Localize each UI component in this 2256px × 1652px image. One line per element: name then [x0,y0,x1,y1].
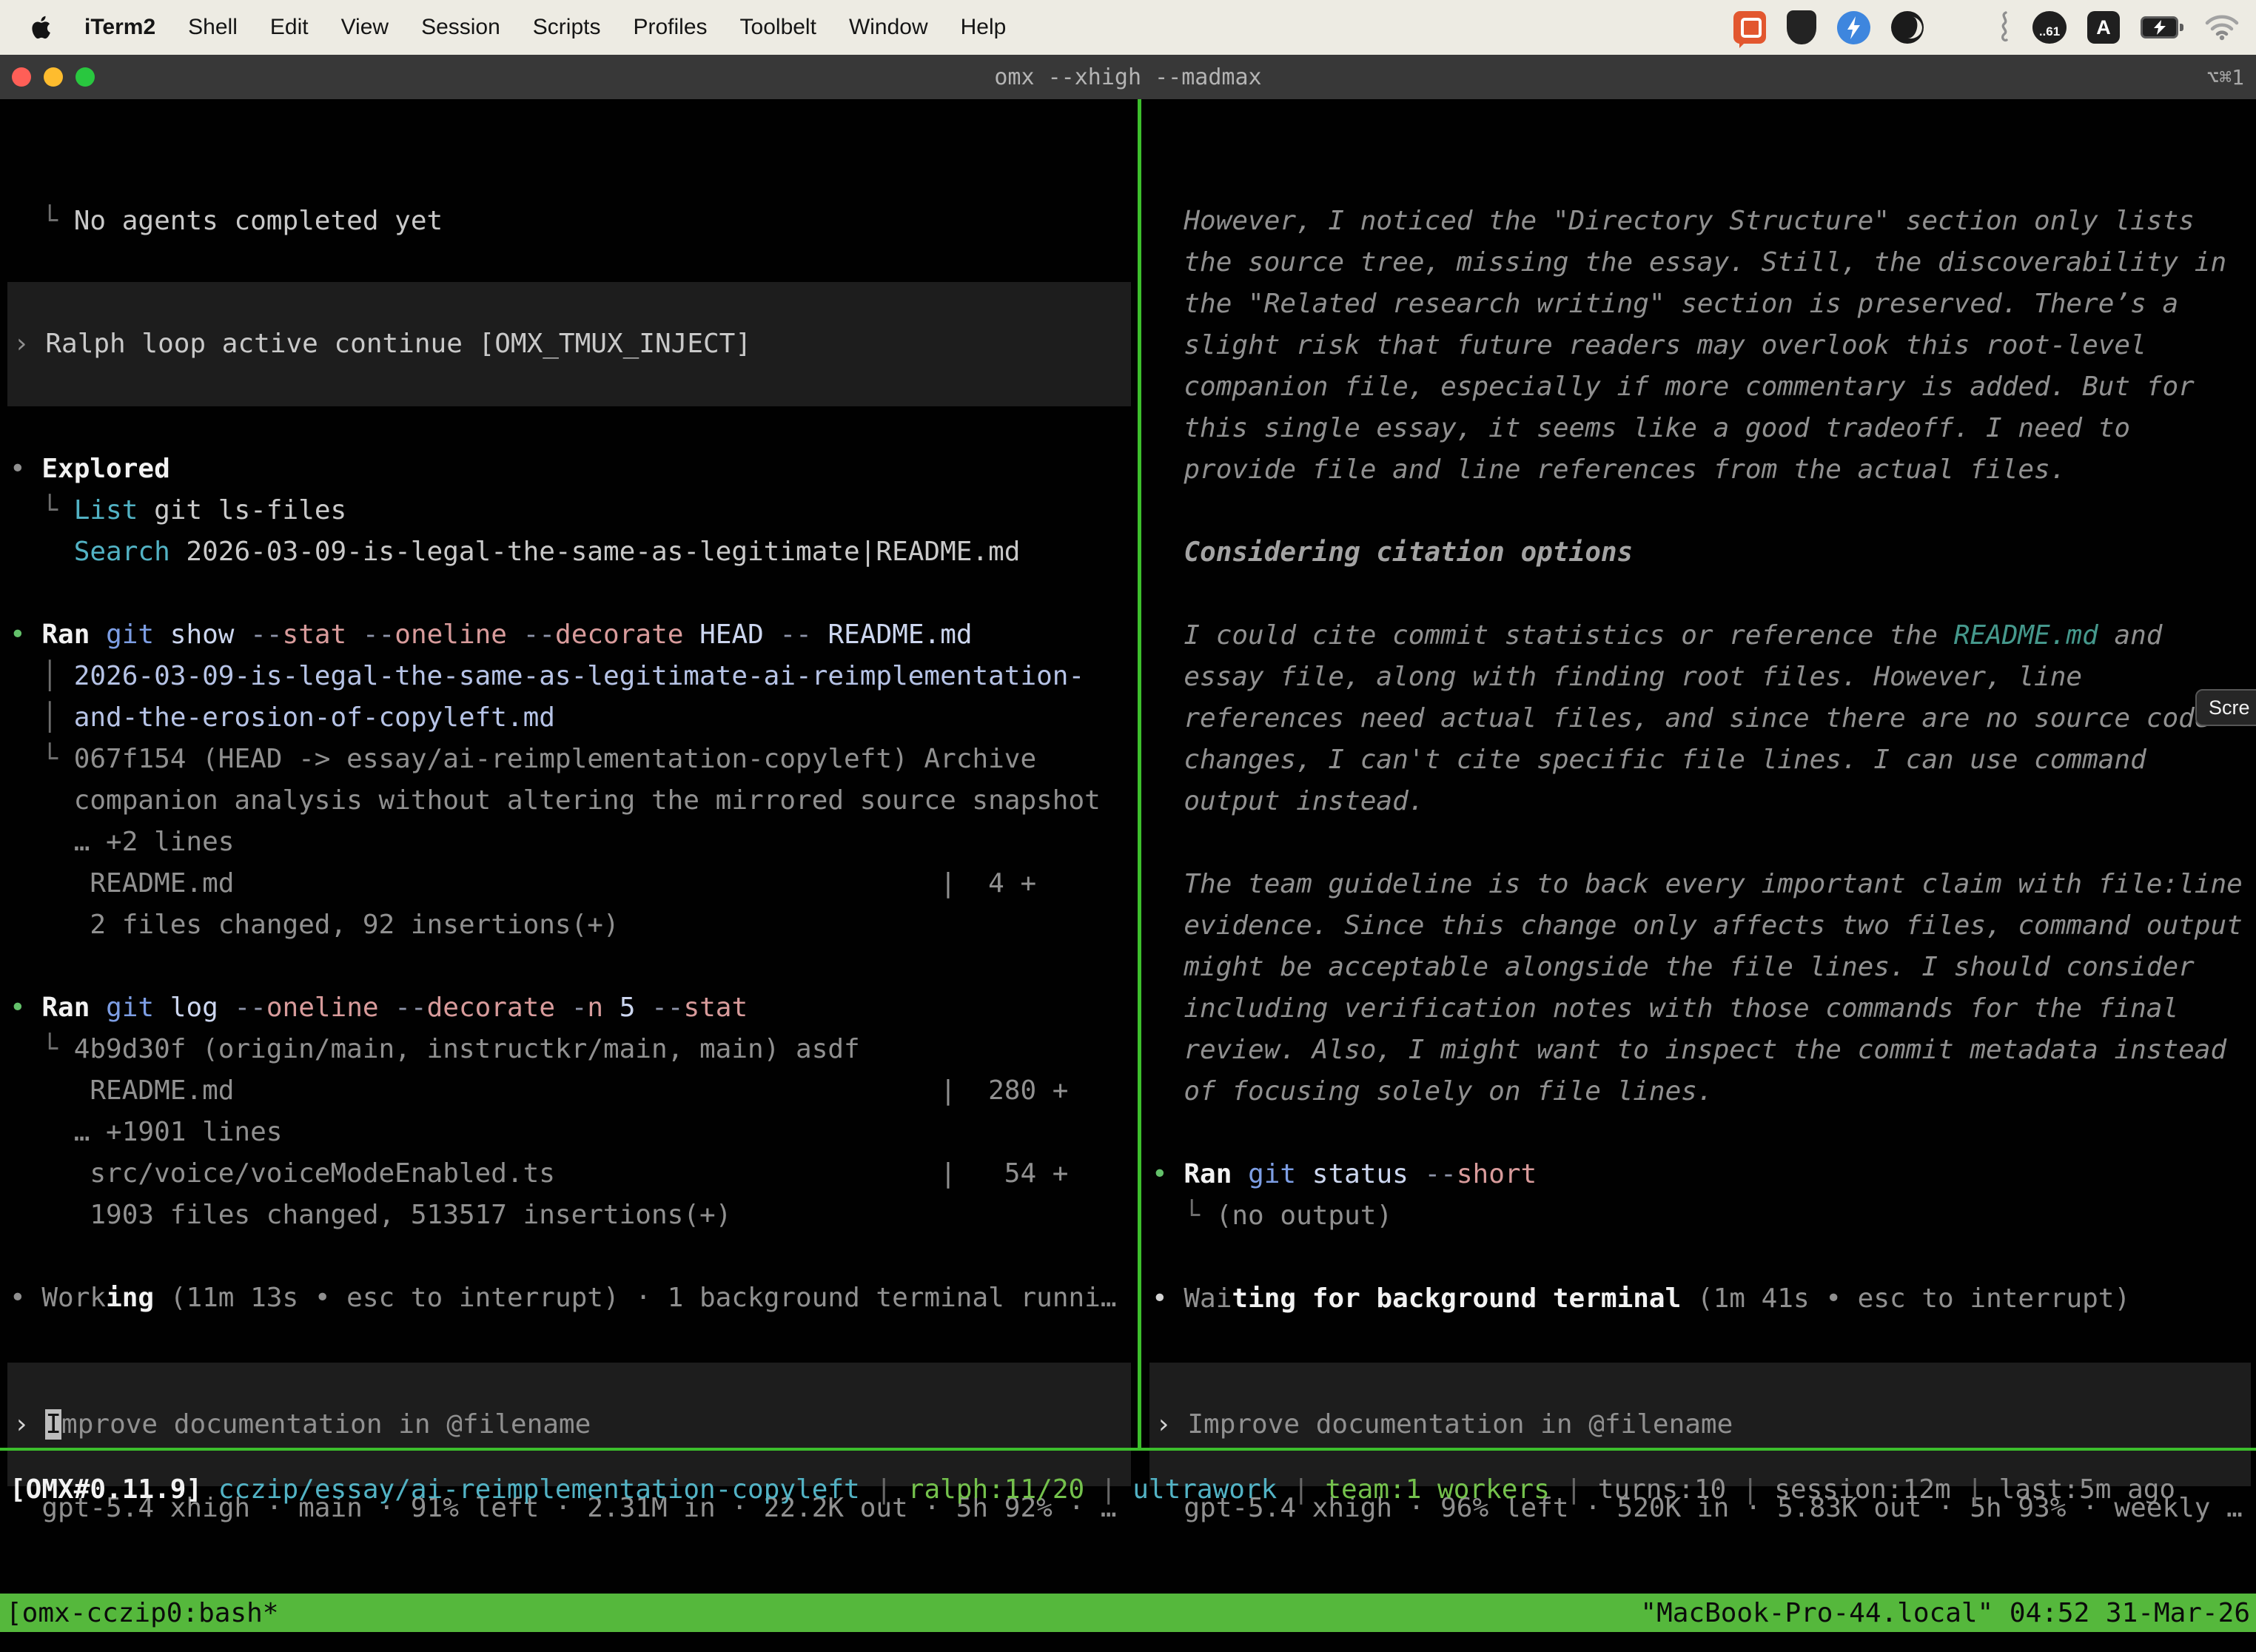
ralph-loop-banner: › Ralph loop active continue [OMX_TMUX_I… [7,282,1131,406]
wifi-icon[interactable] [2204,14,2240,41]
terminal-line: references need actual files, and since … [1152,698,2256,739]
menu-item-toolbelt[interactable]: Toolbelt [740,15,816,40]
apple-menu-icon[interactable] [31,13,56,42]
terminal-line: this single essay, it seems like a good … [1152,408,2256,449]
terminal-line: • Explored [10,449,1138,490]
right-prompt-input[interactable]: › Improve documentation in @filename [1149,1363,2251,1486]
screen-share-icon[interactable] [1733,11,1766,44]
terminal-window: └ No agents completed yet › Ralph loop a… [0,99,2256,1652]
left-prompt-input[interactable]: › Improve documentation in @filename [7,1363,1131,1486]
terminal-line: provide file and line references from th… [1152,449,2256,491]
shield-grid-icon[interactable] [1787,10,1816,44]
macos-menu-bar: iTerm2 Shell Edit View Session Scripts P… [0,0,2256,55]
terminal-line: • Ran git status --short [1152,1154,2256,1195]
terminal-line: output instead. [1152,781,2256,822]
terminal-line: Search 2026-03-09-is-legal-the-same-as-l… [10,531,1138,573]
terminal-line [1152,1112,2256,1154]
terminal-line: evidence. Since this change only affects… [1152,905,2256,947]
terminal-line: the source tree, missing the essay. Stil… [1152,242,2256,283]
terminal-line: companion file, especially if more comme… [1152,366,2256,408]
left-pane-top-line: └ No agents completed yet [10,201,1138,242]
minimize-window-button[interactable] [44,67,63,87]
terminal-line: └ (no output) [1152,1195,2256,1237]
close-window-button[interactable] [12,67,31,87]
pane-divider-horizontal [0,1448,2256,1451]
menu-item-window[interactable]: Window [849,15,928,40]
tmux-host-clock: "MacBook-Pro-44.local" 04:52 31-Mar-26 [1640,1598,2250,1628]
badge-61-icon[interactable]: ..61 [2032,11,2067,44]
terminal-line [10,1236,1138,1277]
menu-item-session[interactable]: Session [421,15,500,40]
terminal-line: slight risk that future readers may over… [1152,325,2256,366]
crescent-circle-icon[interactable] [1891,11,1924,44]
terminal-line: src/voice/voiceModeEnabled.ts | 54 + [10,1153,1138,1195]
menu-item-help[interactable]: Help [961,15,1007,40]
terminal-line: └ 067f154 (HEAD -> essay/ai-reimplementa… [10,739,1138,780]
window-title: omx --xhigh --madmax [994,64,1261,90]
terminal-line: changes, I can't cite specific file line… [1152,739,2256,781]
terminal-line: │ 2026-03-09-is-legal-the-same-as-legiti… [10,656,1138,697]
zoom-window-button[interactable] [75,67,95,87]
terminal-line: README.md | 4 + [10,863,1138,904]
terminal-line: of focusing solely on file lines. [1152,1071,2256,1112]
terminal-line: However, I noticed the "Directory Struct… [1152,201,2256,242]
terminal-line [1152,491,2256,532]
omx-status-bar: [OMX#0.11.9] cczip/essay/ai-reimplementa… [10,1469,2252,1511]
terminal-line: └ 4b9d30f (origin/main, instructkr/main,… [10,1029,1138,1070]
terminal-line: • Working (11m 13s • esc to interrupt) ·… [10,1277,1138,1319]
menu-item-iterm2[interactable]: iTerm2 [84,15,155,40]
terminal-line [10,573,1138,614]
terminal-line: essay file, along with finding root file… [1152,657,2256,698]
terminal-line: including verification notes with those … [1152,988,2256,1030]
terminal-line: … +2 lines [10,822,1138,863]
terminal-line: 2 files changed, 92 insertions(+) [10,904,1138,946]
terminal-line: … +1901 lines [10,1112,1138,1153]
menu-status-icons: ..61 A [1733,10,2240,45]
window-title-bar: omx --xhigh --madmax ⌥⌘1 [0,55,2256,99]
letter-a-icon[interactable]: A [2087,11,2120,44]
bolt-badge-icon[interactable] [1837,11,1870,44]
terminal-line: │ and-the-erosion-of-copyleft.md [10,697,1138,739]
terminal-line: companion analysis without altering the … [10,780,1138,822]
screen-tooltip: Scre [2195,689,2256,726]
right-pane-transcript: However, I noticed the "Directory Struct… [1152,201,2256,1320]
pane-divider-vertical[interactable] [1138,99,1141,1448]
menu-item-view[interactable]: View [341,15,389,40]
terminal-line [1152,1237,2256,1278]
tmux-session-label[interactable]: [omx-cczip0:bash* [0,1598,278,1628]
menu-item-profiles[interactable]: Profiles [633,15,707,40]
menu-item-edit[interactable]: Edit [270,15,309,40]
terminal-line: README.md | 280 + [10,1070,1138,1112]
window-shortcut-badge: ⌥⌘1 [2206,55,2244,99]
tmux-status-bar: [omx-cczip0:bash* "MacBook-Pro-44.local"… [0,1594,2256,1632]
terminal-line: • Waiting for background terminal (1m 41… [1152,1278,2256,1320]
dots-grid-icon[interactable] [1944,13,1973,42]
terminal-line: the "Related research writing" section i… [1152,283,2256,325]
terminal-line [1152,574,2256,615]
terminal-line: The team guideline is to back every impo… [1152,864,2256,905]
menu-item-scripts[interactable]: Scripts [533,15,601,40]
terminal-line: I could cite commit statistics or refere… [1152,615,2256,657]
terminal-line [1152,822,2256,864]
squiggle-icon[interactable] [1994,10,2012,45]
terminal-line: Considering citation options [1152,532,2256,574]
terminal-line: • Ran git show --stat --oneline --decora… [10,614,1138,656]
menu-item-shell[interactable]: Shell [188,15,238,40]
battery-charging-icon[interactable] [2141,17,2183,38]
terminal-line: └ List git ls-files [10,490,1138,531]
terminal-line: • Ran git log --oneline --decorate -n 5 … [10,987,1138,1029]
left-pane-transcript: • Explored └ List git ls-files Search 20… [10,449,1138,1319]
terminal-line: might be acceptable alongside the file l… [1152,947,2256,988]
terminal-line: review. Also, I might want to inspect th… [1152,1030,2256,1071]
terminal-line [10,946,1138,987]
terminal-line: 1903 files changed, 513517 insertions(+) [10,1195,1138,1236]
